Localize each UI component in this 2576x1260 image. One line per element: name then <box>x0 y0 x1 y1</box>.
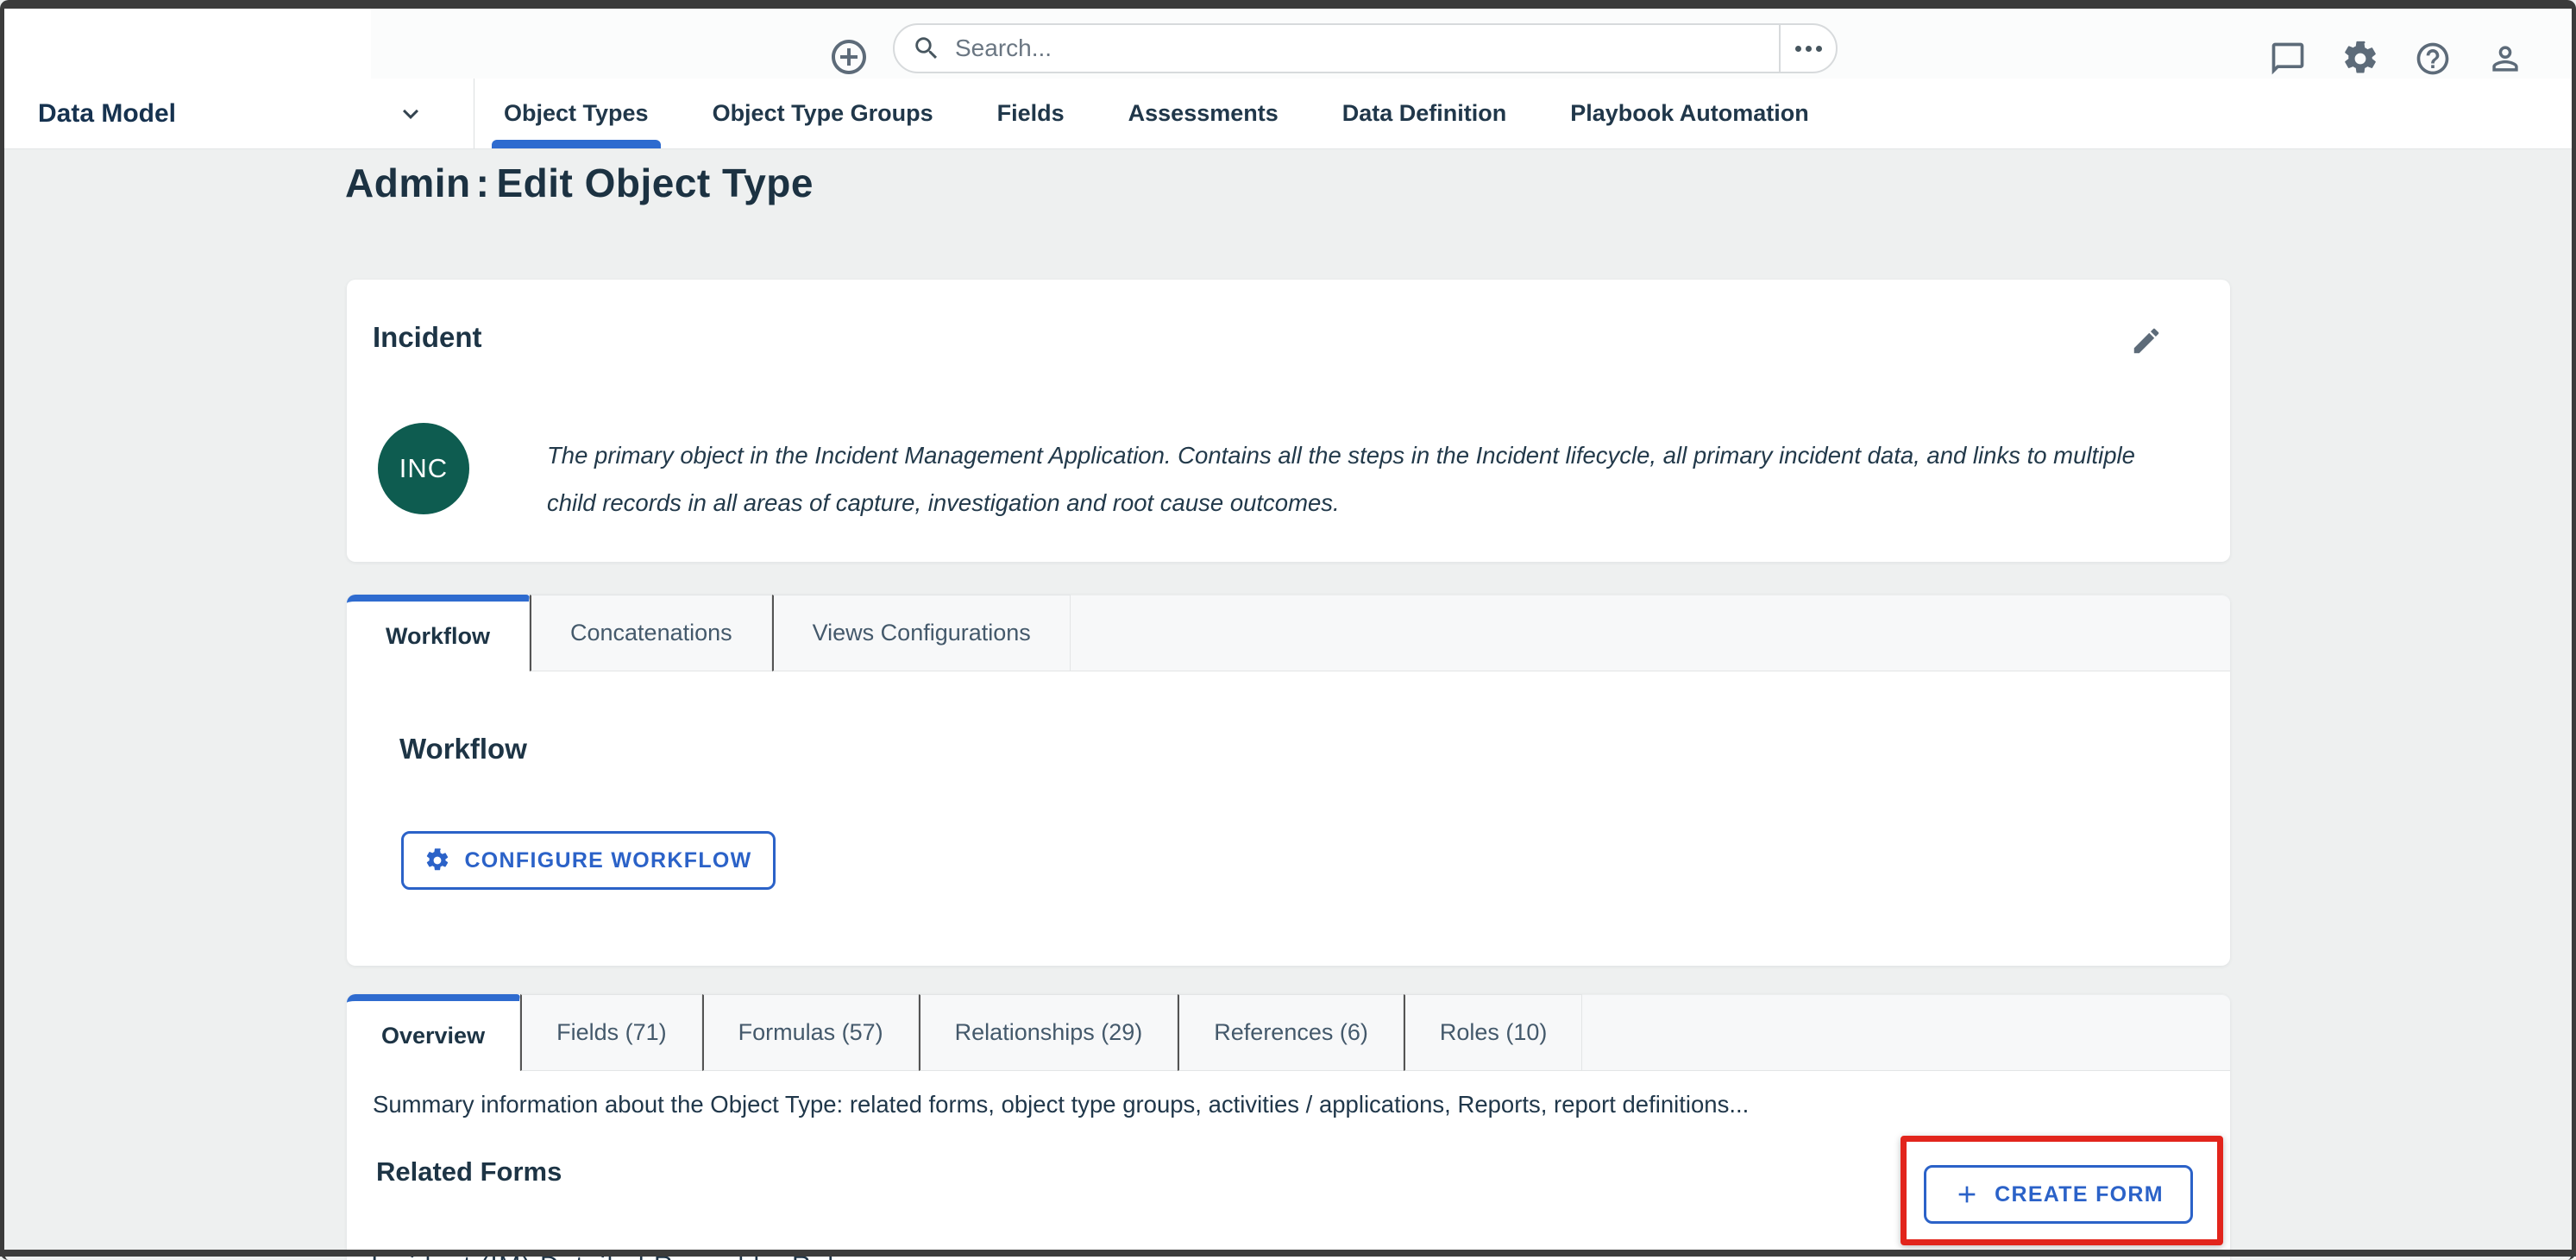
tab-concatenations[interactable]: Concatenations <box>530 595 772 671</box>
workflow-card: Workflow Concatenations Views Configurat… <box>347 595 2230 966</box>
top-right-icons <box>2269 40 2524 78</box>
tab-strip-filler <box>1582 994 2230 1071</box>
module-selector-label: Data Model <box>38 99 176 129</box>
tab-fields[interactable]: Fields (71) <box>520 994 702 1071</box>
gear-icon <box>424 847 450 873</box>
settings-button[interactable] <box>2341 40 2379 78</box>
object-type-description: The primary object in the Incident Manag… <box>547 432 2190 526</box>
top-bar <box>4 9 2572 79</box>
page-title-colon: : <box>476 161 490 205</box>
tab-overview[interactable]: Overview <box>347 994 520 1071</box>
tab-strip-filler <box>1071 595 2230 671</box>
plus-icon <box>1953 1181 1981 1208</box>
details-card: Overview Fields (71) Formulas (57) Relat… <box>347 994 2230 1260</box>
create-form-button[interactable]: CREATE FORM <box>1924 1165 2193 1224</box>
configure-workflow-label: CONFIGURE WORKFLOW <box>464 848 751 873</box>
account-button[interactable] <box>2486 40 2524 78</box>
nav-tab-playbook-automation[interactable]: Playbook Automation <box>1558 79 1821 148</box>
details-card-tabs: Overview Fields (71) Formulas (57) Relat… <box>347 994 2230 1071</box>
nav-tab-data-definition[interactable]: Data Definition <box>1330 79 1519 148</box>
nav-tab-object-type-groups[interactable]: Object Type Groups <box>701 79 946 148</box>
search-more-button[interactable] <box>1779 25 1836 72</box>
tab-relationships[interactable]: Relationships (29) <box>919 994 1178 1071</box>
page-title-main: Edit Object Type <box>496 161 814 205</box>
ellipsis-icon <box>1795 46 1822 52</box>
tab-roles[interactable]: Roles (10) <box>1404 994 1583 1071</box>
object-type-card: Incident INC The primary object in the I… <box>347 280 2230 562</box>
help-button[interactable] <box>2414 40 2452 78</box>
workflow-card-tabs: Workflow Concatenations Views Configurat… <box>347 595 2230 671</box>
chat-button[interactable] <box>2269 40 2307 78</box>
add-button[interactable] <box>828 36 870 78</box>
object-type-name: Incident <box>373 321 482 354</box>
nav-tab-assessments[interactable]: Assessments <box>1116 79 1291 148</box>
related-forms-heading: Related Forms <box>376 1156 562 1188</box>
search-bar <box>893 23 1838 73</box>
tab-references[interactable]: References (6) <box>1178 994 1404 1071</box>
pencil-icon <box>2130 347 2163 360</box>
page-title-prefix: Admin <box>345 161 471 205</box>
search-input[interactable] <box>953 34 1779 63</box>
page-title: Admin:Edit Object Type <box>345 160 814 206</box>
magnifier-icon <box>912 34 941 63</box>
module-tabs: Object Types Object Type Groups Fields A… <box>492 79 1861 148</box>
module-selector[interactable]: Data Model <box>4 79 474 148</box>
window-frame-bottom <box>0 1250 2576 1257</box>
workflow-heading: Workflow <box>399 733 527 765</box>
tab-formulas[interactable]: Formulas (57) <box>702 994 919 1071</box>
avatar-monogram: INC <box>399 453 448 484</box>
tab-views-configurations[interactable]: Views Configurations <box>772 595 1071 671</box>
chevron-down-icon <box>395 98 426 129</box>
app-window: Data Model Object Types Object Type Grou… <box>0 0 2576 1260</box>
nav-tab-fields[interactable]: Fields <box>985 79 1077 148</box>
create-form-label: CREATE FORM <box>1995 1182 2164 1207</box>
tab-workflow[interactable]: Workflow <box>347 595 530 671</box>
module-nav: Data Model Object Types Object Type Grou… <box>4 79 2572 149</box>
configure-workflow-button[interactable]: CONFIGURE WORKFLOW <box>401 831 776 890</box>
logo-placeholder <box>4 9 371 79</box>
nav-tab-object-types[interactable]: Object Types <box>492 79 661 148</box>
edit-object-button[interactable] <box>2130 324 2163 357</box>
object-type-avatar: INC <box>378 423 469 514</box>
overview-summary: Summary information about the Object Typ… <box>373 1091 2184 1118</box>
